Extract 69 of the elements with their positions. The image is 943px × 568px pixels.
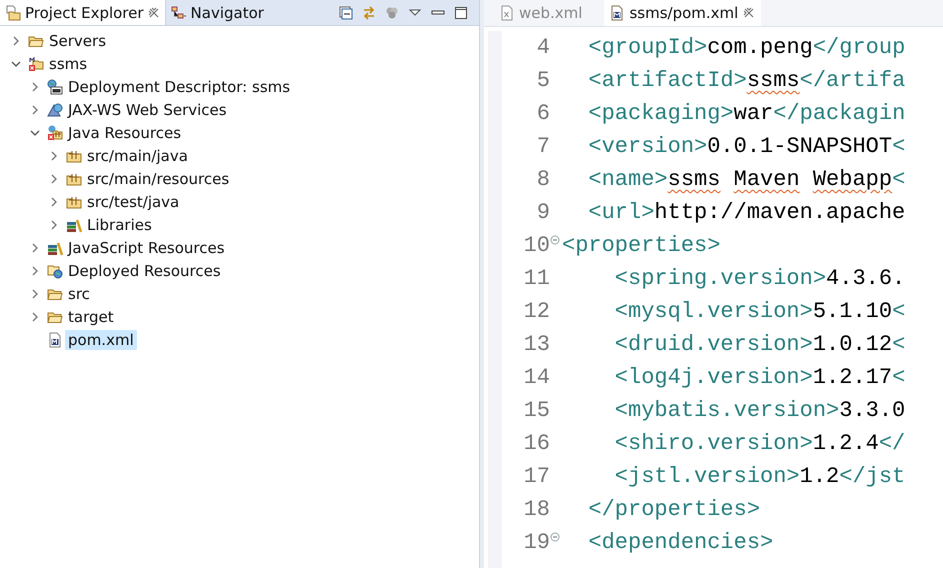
code-line: <packaging>war</packagin — [587, 101, 906, 126]
book-stack-icon — [66, 216, 82, 232]
line-number: 13 — [522, 332, 550, 357]
code-line: <properties> — [562, 233, 720, 258]
tree-item[interactable]: Deployed Resources — [65, 260, 224, 280]
line-number: 15 — [522, 398, 550, 423]
line-number: 7 — [536, 134, 550, 159]
code-line: <groupId>com.peng</group — [587, 35, 906, 60]
collapse-all-icon[interactable] — [338, 4, 354, 20]
editor-tab[interactable]: ssms/pom.xml — [604, 0, 762, 26]
view-tab[interactable]: Project Explorer — [0, 0, 166, 25]
tree-item[interactable]: Libraries — [84, 214, 155, 234]
code-line: <name>ssms Maven Webapp< — [587, 167, 906, 192]
tree-item[interactable]: pom.xml — [65, 330, 137, 350]
fold-toggle-icon[interactable] — [550, 532, 560, 542]
two-way-arrows-icon[interactable] — [361, 4, 377, 20]
line-number: 8 — [536, 167, 550, 192]
tree-item[interactable]: src/test/java — [84, 192, 182, 212]
tree-item[interactable]: src/main/resources — [84, 168, 232, 188]
line-number: 6 — [536, 101, 550, 126]
code-line: <druid.version>1.0.12< — [614, 332, 906, 357]
globe-folder-icon — [47, 262, 63, 278]
close-icon[interactable] — [743, 7, 756, 19]
tree-item[interactable]: src — [65, 284, 93, 304]
hierarchy-icon — [170, 4, 187, 20]
code-line: <shiro.version>1.2.4</ — [614, 431, 906, 456]
line-number: 14 — [522, 365, 550, 390]
code-line: <log4j.version>1.2.17< — [614, 365, 906, 390]
close-icon[interactable] — [148, 6, 160, 18]
line-number: 11 — [522, 266, 550, 291]
fold-toggle-icon[interactable] — [550, 235, 560, 245]
folder-document-icon — [5, 4, 21, 20]
tree-item[interactable]: Java Resources — [65, 122, 184, 142]
maven-file-icon — [610, 5, 624, 21]
tree-item[interactable]: target — [65, 306, 117, 326]
code-line: <version>0.0.1-SNAPSHOT< — [587, 134, 906, 159]
code-line: <jstl.version>1.2</jst — [614, 464, 906, 489]
line-number: 5 — [536, 68, 550, 93]
line-number: 17 — [522, 464, 550, 489]
tree-item[interactable]: ssms — [46, 54, 90, 74]
tree-item[interactable]: src/main/java — [84, 146, 191, 166]
code-line: <spring.version>4.3.6. — [614, 266, 906, 291]
book-stack-icon — [47, 240, 63, 256]
maven-file-icon — [47, 332, 63, 348]
code-line: <artifactId>ssms</artifa — [587, 68, 906, 93]
xml-file-icon — [500, 5, 514, 21]
view-tab[interactable]: Navigator — [166, 0, 269, 25]
line-number: 16 — [522, 431, 550, 456]
code-line: </properties> — [587, 497, 760, 522]
code-line: <dependencies> — [587, 530, 774, 555]
project-icon — [28, 56, 44, 72]
code-line: <mysql.version>5.1.10< — [614, 299, 906, 324]
maximize-icon[interactable] — [453, 4, 469, 20]
tree-item[interactable]: JAX-WS Web Services — [65, 100, 230, 120]
line-number: 12 — [522, 299, 550, 324]
line-number: 10 — [522, 233, 550, 258]
code-line: <url>http://maven.apache — [587, 200, 906, 225]
tree-item[interactable]: JavaScript Resources — [65, 238, 228, 258]
package-folder-icon — [47, 124, 63, 140]
code-line: <mybatis.version>3.3.0 — [614, 398, 906, 423]
filter-icon[interactable] — [384, 4, 400, 20]
line-number: 19 — [522, 530, 550, 555]
line-number: 4 — [536, 35, 550, 60]
globe-document-icon — [47, 78, 63, 94]
tree-item[interactable]: Servers — [46, 30, 110, 50]
line-number: 9 — [536, 200, 550, 225]
line-number: 18 — [522, 497, 550, 522]
globe-pyramid-icon — [47, 102, 63, 118]
tree-item[interactable]: Deployment Descriptor: ssms — [65, 76, 294, 96]
